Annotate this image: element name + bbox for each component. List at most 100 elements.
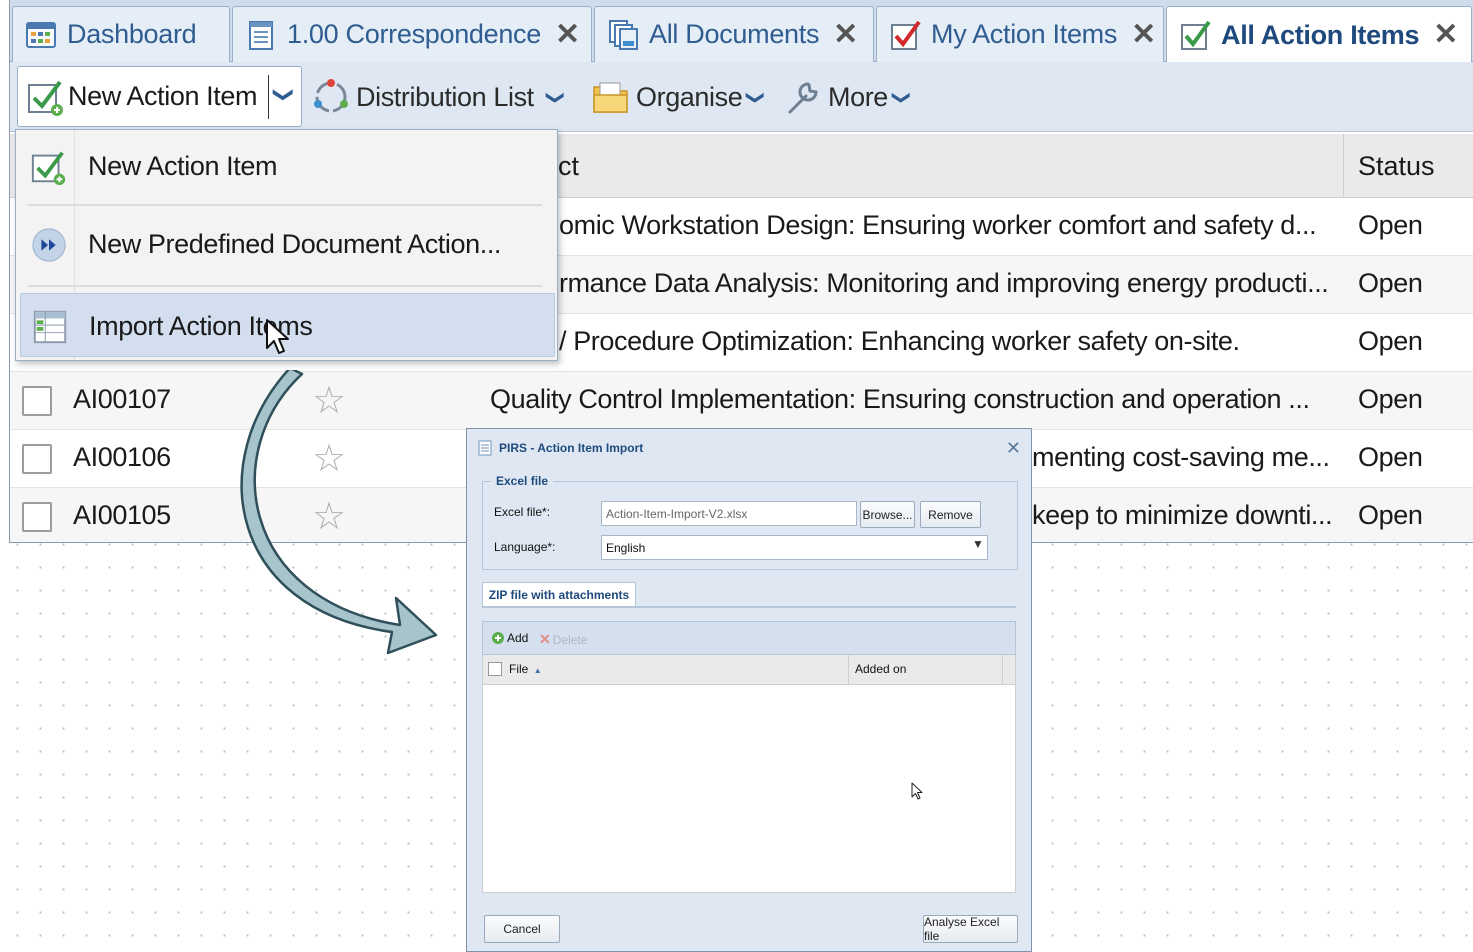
toolbar: New Action Item ❯ Distribution List ❯ Or… xyxy=(10,62,1473,132)
tab-label: Dashboard xyxy=(67,19,197,49)
tab-bar: Dashboard 1.00 Correspondence ✕ All Docu… xyxy=(10,0,1473,63)
subject-cell: Quality Control Implementation: Ensuring… xyxy=(490,384,1310,414)
document-icon xyxy=(478,440,492,456)
column-header-added-on[interactable]: Added on xyxy=(855,662,906,676)
column-header-status[interactable]: Status xyxy=(1358,151,1435,182)
tab-label: All Documents xyxy=(649,19,820,49)
subject-cell: rmance Data Analysis: Monitoring and imp… xyxy=(559,268,1329,298)
subject-cell: keep to minimize downti... xyxy=(1032,500,1333,530)
chevron-down-icon[interactable]: ❯ xyxy=(272,86,297,102)
menu-item-new-action-item[interactable]: New Action Item xyxy=(20,134,555,198)
tab-zip-attachments[interactable]: ZIP file with attachments xyxy=(482,582,636,607)
text-caret xyxy=(268,75,269,119)
subject-cell: / Procedure Optimization: Enhancing work… xyxy=(559,326,1240,356)
fieldset-legend: Excel file xyxy=(491,474,554,488)
row-checkbox[interactable] xyxy=(22,444,52,474)
delete-x-icon: ✕ xyxy=(539,631,551,647)
checkbox-green-tick-icon xyxy=(1181,20,1211,50)
folder-icon xyxy=(593,82,628,113)
tab-label: All Action Items xyxy=(1221,19,1420,50)
close-icon[interactable]: ✕ xyxy=(833,19,858,50)
cancel-button[interactable]: Cancel xyxy=(484,915,560,943)
tab-all-documents[interactable]: All Documents ✕ xyxy=(594,6,874,62)
delete-attachment-button[interactable]: ✕ Delete xyxy=(539,631,587,648)
tab-label: My Action Items xyxy=(931,19,1118,49)
action-item-import-dialog: PIRS - Action Item Import ✕ Excel file E… xyxy=(466,428,1032,952)
column-separator[interactable] xyxy=(1343,134,1344,198)
id-cell: AI00106 xyxy=(73,442,171,472)
close-icon[interactable]: ✕ xyxy=(555,19,580,50)
organise-label: Organise xyxy=(636,81,743,112)
subject-cell: omic Workstation Design: Ensuring worker… xyxy=(559,210,1317,240)
status-cell: Open xyxy=(1358,210,1423,240)
new-action-item-icon xyxy=(28,80,63,116)
dialog-title: PIRS - Action Item Import xyxy=(499,441,644,455)
menu-item-label: New Predefined Document Action... xyxy=(88,229,502,259)
delete-label: Delete xyxy=(552,632,588,647)
more-label: More xyxy=(828,81,888,112)
close-icon[interactable]: ✕ xyxy=(1131,19,1156,50)
curved-arrow-annotation xyxy=(240,370,438,655)
tab-correspondence[interactable]: 1.00 Correspondence ✕ xyxy=(232,6,592,62)
distribution-list-button[interactable]: Distribution List ❯ xyxy=(312,76,566,118)
new-action-item-label: New Action Item xyxy=(68,81,258,111)
excel-file-fieldset: Excel file Excel file*: Action-Item-Impo… xyxy=(482,474,1018,570)
status-cell: Open xyxy=(1358,442,1423,472)
add-circle-icon xyxy=(492,632,504,644)
menu-item-label: New Action Item xyxy=(88,151,278,181)
excel-file-field[interactable]: Action-Item-Import-V2.xlsx xyxy=(601,501,857,526)
wrench-icon xyxy=(788,82,818,114)
remove-button[interactable]: Remove xyxy=(920,501,981,528)
select-all-checkbox[interactable] xyxy=(488,662,502,676)
table-row[interactable]: AI00107 ☆ Quality Control Implementation… xyxy=(10,372,1473,430)
column-header-file-label: File xyxy=(509,662,529,676)
chevron-down-icon: ❯ xyxy=(891,89,912,105)
tab-underline xyxy=(482,606,1016,608)
status-cell: Open xyxy=(1358,326,1423,356)
fast-forward-icon xyxy=(32,228,66,262)
menu-separator xyxy=(28,204,542,206)
dashboard-icon xyxy=(26,21,56,48)
more-button[interactable]: More ❯ xyxy=(784,76,912,118)
chevron-down-icon[interactable]: ▼ xyxy=(972,537,984,551)
attachments-toolbar: Add ✕ Delete xyxy=(482,621,1016,655)
tab-my-action-items[interactable]: My Action Items ✕ xyxy=(876,6,1164,62)
language-select[interactable]: English xyxy=(601,535,988,560)
document-list-icon xyxy=(249,20,273,50)
add-attachment-button[interactable]: Add xyxy=(491,631,528,645)
column-separator[interactable] xyxy=(848,655,849,684)
chevron-down-icon: ❯ xyxy=(746,89,767,105)
sort-ascending-icon: ▲ xyxy=(533,666,542,675)
id-cell: AI00107 xyxy=(73,384,171,414)
status-cell: Open xyxy=(1358,384,1423,414)
row-checkbox[interactable] xyxy=(22,502,52,532)
tab-dashboard[interactable]: Dashboard xyxy=(12,6,230,62)
tab-all-action-items[interactable]: All Action Items ✕ xyxy=(1166,6,1472,63)
organise-button[interactable]: Organise ❯ xyxy=(592,76,767,118)
import-table-icon xyxy=(33,310,67,344)
menu-item-new-predefined-action[interactable]: New Predefined Document Action... xyxy=(20,212,555,276)
subject-cell: menting cost-saving me... xyxy=(1032,442,1330,472)
language-value: English xyxy=(606,541,646,555)
browse-button[interactable]: Browse... xyxy=(860,501,915,528)
column-separator xyxy=(1002,655,1003,684)
new-action-item-split-button[interactable]: New Action Item ❯ xyxy=(17,66,302,127)
excel-file-label: Excel file*: xyxy=(494,505,551,519)
checkbox-red-tick-icon xyxy=(891,20,921,50)
close-icon[interactable]: ✕ xyxy=(1006,439,1021,457)
distribution-cycle-icon xyxy=(314,79,348,113)
analyse-excel-button[interactable]: Analyse Excel file xyxy=(923,915,1018,943)
add-label: Add xyxy=(507,631,529,645)
close-icon[interactable]: ✕ xyxy=(1433,20,1458,50)
documents-stack-icon xyxy=(609,19,638,50)
attachments-grid-body[interactable] xyxy=(482,685,1016,893)
dialog-titlebar[interactable]: PIRS - Action Item Import xyxy=(467,429,1031,467)
tab-label: 1.00 Correspondence xyxy=(287,19,541,49)
column-header-file[interactable]: File ▲ xyxy=(509,662,542,676)
attachments-grid-header: File ▲ Added on xyxy=(482,655,1016,685)
row-checkbox[interactable] xyxy=(22,386,52,416)
mouse-cursor-icon xyxy=(911,782,923,800)
new-action-item-icon xyxy=(31,151,66,186)
column-header-subject[interactable]: ct xyxy=(558,151,579,182)
chevron-down-icon: ❯ xyxy=(545,89,566,105)
